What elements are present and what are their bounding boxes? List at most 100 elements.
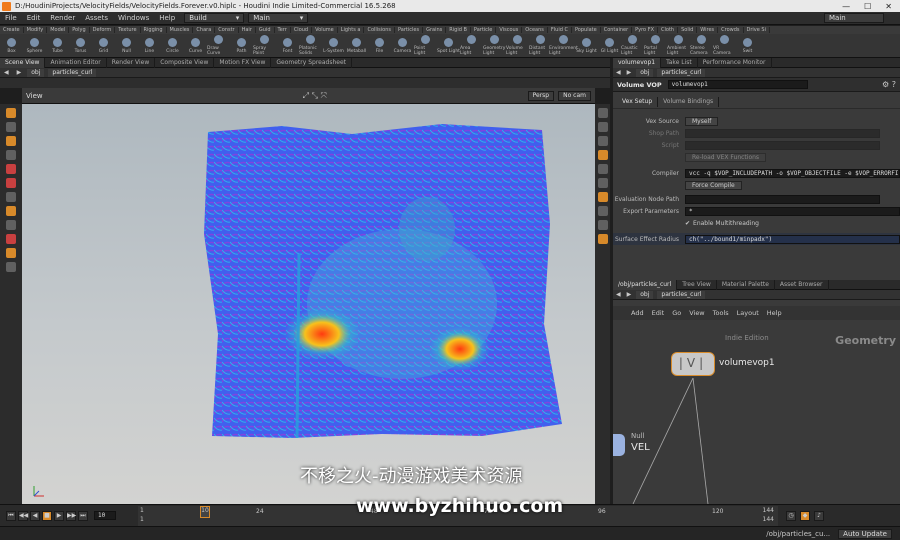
realtime-icon[interactable]: ◷ <box>786 510 796 521</box>
shelf-tab[interactable]: Container <box>601 27 633 33</box>
null-node[interactable] <box>613 434 625 456</box>
shop-path-field[interactable] <box>685 128 880 138</box>
surface-radius-field[interactable]: ch("../bound1/minpadx") <box>685 234 900 244</box>
tab-param[interactable]: Take List <box>661 57 698 68</box>
shelf-tab[interactable]: Constr <box>215 27 239 33</box>
snap-tool-icon[interactable] <box>6 206 16 216</box>
desktop-select[interactable]: Main ▾ <box>248 13 309 23</box>
shelf-tool[interactable]: Draw Curve <box>207 34 230 58</box>
shelf-tool[interactable]: Swit <box>736 34 759 58</box>
shelf-tool[interactable]: Ambient Light <box>667 34 690 58</box>
shelf-tab[interactable]: Chara <box>193 27 216 33</box>
scale-tool-icon[interactable] <box>6 150 16 160</box>
shelf-tool[interactable]: Path <box>230 34 253 58</box>
path-obj[interactable]: obj <box>27 68 45 77</box>
brush-tool-icon[interactable] <box>6 220 16 230</box>
export-params-field[interactable]: * <box>685 206 900 216</box>
step-back-icon[interactable]: ◀◀ <box>18 510 28 521</box>
shelf-tab[interactable]: Rigging <box>141 27 167 33</box>
path-particles-curl[interactable]: particles_curl <box>657 290 706 299</box>
vex-source-select[interactable]: Myself <box>685 116 719 126</box>
paint-tool-icon[interactable] <box>6 248 16 258</box>
tab-scene-view[interactable]: Motion FX View <box>214 57 272 68</box>
path-obj[interactable]: obj <box>636 68 654 77</box>
tab-network[interactable]: Asset Browser <box>775 279 829 290</box>
build-desktop-select[interactable]: Build ▾ <box>184 13 245 23</box>
compiler-field[interactable]: vcc -q $VOP_INCLUDEPATH -o $VOP_OBJECTFI… <box>685 168 900 178</box>
shelf-tab[interactable]: Create <box>0 27 24 33</box>
shelf-tool[interactable]: Sphere <box>23 34 46 58</box>
grid-icon[interactable] <box>597 206 608 216</box>
shelf-tool[interactable]: Portal Light <box>644 34 667 58</box>
shelf-tool[interactable]: GI Light <box>598 34 621 58</box>
tab-network[interactable]: /obj/particles_curl <box>613 279 678 290</box>
snapshot-icon[interactable] <box>597 192 608 202</box>
play-icon[interactable]: ▶ <box>54 510 64 521</box>
step-forward-icon[interactable]: ▶▶ <box>66 510 76 521</box>
minimize-icon[interactable]: — <box>842 2 850 11</box>
shelf-tab[interactable]: Muscles <box>167 27 194 33</box>
play-reverse-icon[interactable]: ◀ <box>30 510 40 521</box>
shelf-tab[interactable]: Particles <box>395 27 424 33</box>
rotate-tool-icon[interactable] <box>6 136 16 146</box>
shelf-tool[interactable]: Curve <box>184 34 207 58</box>
shelf-tool[interactable]: Circle <box>161 34 184 58</box>
tab-network[interactable]: Material Palette <box>717 279 775 290</box>
path-particles-curl[interactable]: particles_curl <box>657 68 706 77</box>
shelf-tab[interactable]: Drive Si <box>744 27 770 33</box>
back-icon[interactable]: ◀ <box>613 291 624 298</box>
tab-scene-view[interactable]: Geometry Spreadsheet <box>271 57 352 68</box>
shelf-tool[interactable]: Tube <box>46 34 69 58</box>
shelf-tab[interactable]: Lights a <box>338 27 365 33</box>
shelf-tool[interactable]: Platonic Solids <box>299 34 322 58</box>
shelf-tool[interactable]: Metaball <box>345 34 368 58</box>
gear-icon[interactable]: ⚙ ? <box>882 80 900 89</box>
volumevop1-node[interactable]: |V| <box>671 352 715 376</box>
camera-select[interactable]: No cam <box>558 90 591 101</box>
render-tool-icon[interactable] <box>6 262 16 272</box>
shelf-tab[interactable]: Terr <box>275 27 291 33</box>
shelf-tool[interactable]: Font <box>276 34 299 58</box>
view-tools-icon[interactable]: ⤢ ⤡ ⤧ <box>303 91 327 101</box>
tab-vex-setup[interactable]: Vex Setup <box>617 97 659 107</box>
tab-scene-view[interactable]: Scene View <box>0 57 46 68</box>
key-icon[interactable]: ◆ <box>800 510 810 521</box>
shelf-tab[interactable]: Particle <box>471 27 497 33</box>
auto-update-select[interactable]: Auto Update <box>838 528 892 539</box>
wireframe-icon[interactable] <box>597 122 608 132</box>
right-desktop-select[interactable]: Main <box>824 13 884 23</box>
shelf-tab[interactable]: Wires <box>697 27 719 33</box>
menu-file[interactable]: File <box>0 14 22 22</box>
view-tool-icon[interactable] <box>6 192 16 202</box>
shelf-tab[interactable]: Cloud <box>291 27 313 33</box>
checkbox-icon[interactable]: ✔ <box>685 220 690 227</box>
shelf-tab[interactable]: Collisions <box>364 27 396 33</box>
tab-volume-bindings[interactable]: Volume Bindings <box>658 97 720 107</box>
tab-param[interactable]: volumevop1 <box>613 57 662 68</box>
handle-tool-icon[interactable] <box>6 164 16 174</box>
script-field[interactable] <box>685 140 880 150</box>
shelf-tab[interactable]: Oceans <box>522 27 548 33</box>
shelf-tab[interactable]: Cloth <box>658 27 679 33</box>
scene-viewport[interactable] <box>22 104 595 504</box>
tab-scene-view[interactable]: Render View <box>107 57 156 68</box>
path-particles-curl[interactable]: particles_curl <box>48 68 97 77</box>
tab-scene-view[interactable]: Animation Editor <box>45 57 107 68</box>
shelf-tab[interactable]: Model <box>47 27 70 33</box>
shelf-tool[interactable]: Null <box>115 34 138 58</box>
magnet-tool-icon[interactable] <box>6 234 16 244</box>
shelf-tool[interactable]: Point Light <box>414 34 437 58</box>
pose-tool-icon[interactable] <box>6 178 16 188</box>
shelf-tool[interactable]: Caustic Light <box>621 34 644 58</box>
stop-icon[interactable]: ■ <box>42 510 52 521</box>
flipbook-icon[interactable] <box>597 234 608 244</box>
shelf-tab[interactable]: Deform <box>90 27 116 33</box>
shelf-tool[interactable]: Geometry Light <box>483 34 506 58</box>
shelf-tool[interactable]: Sky Light <box>575 34 598 58</box>
shelf-tab[interactable]: Crowds <box>718 27 744 33</box>
menu-windows[interactable]: Windows <box>113 14 154 22</box>
menu-render[interactable]: Render <box>45 14 80 22</box>
shelf-tab[interactable]: Rigid B <box>446 27 471 33</box>
move-tool-icon[interactable] <box>6 122 16 132</box>
points-icon[interactable] <box>597 178 608 188</box>
